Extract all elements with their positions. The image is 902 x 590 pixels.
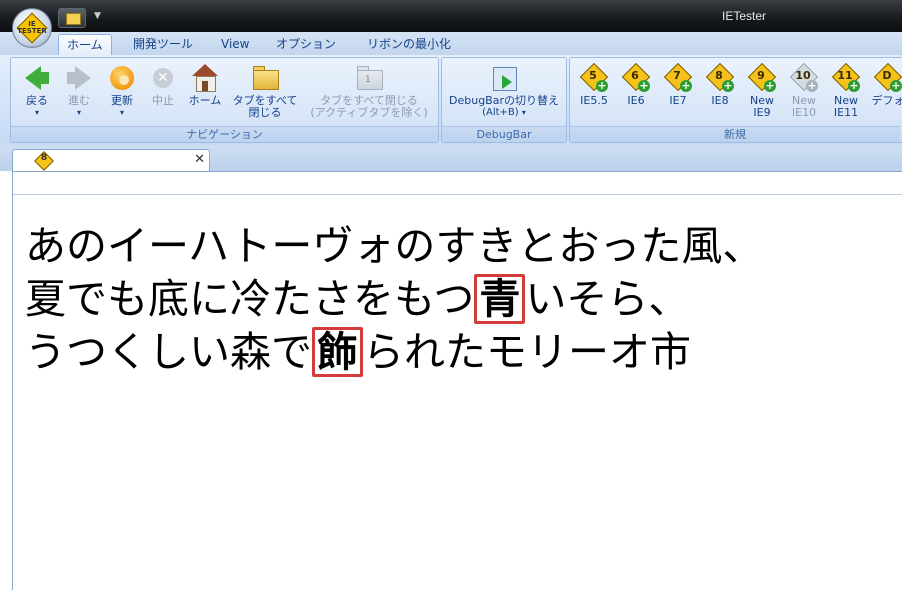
group-navigation: 戻る ▾ 進む ▾ 更新 ▾ ✕ 中止 ホーム タブをすべて 閉じる 1 タブを [10, 57, 439, 143]
new-ie-button-9[interactable]: 9 + New IE9 [742, 62, 782, 119]
tab-home[interactable]: ホーム [58, 34, 112, 56]
folder-icon: 1 [355, 64, 383, 92]
ie-button-label: デフォ [871, 94, 902, 107]
window-title: IETester [721, 9, 766, 23]
debugbar-icon [490, 64, 518, 92]
ie-button-sublabel: IE9 [753, 106, 771, 119]
close-all-label-2: 閉じる [248, 106, 282, 119]
ie-version-icon: D + [873, 62, 902, 92]
home-icon [191, 64, 219, 92]
tab-minimize-ribbon[interactable]: リボンの最小化 [359, 34, 459, 55]
back-label: 戻る [26, 94, 48, 107]
new-ie-button-6[interactable]: 6 + IE6 [616, 62, 656, 107]
highlighted-char-ao: 青 [474, 274, 526, 324]
ie-button-label: IE8 [711, 94, 729, 107]
document-tab[interactable]: 8 ✕ [12, 149, 210, 172]
ie-button-label: IE7 [669, 94, 687, 107]
ie-button-sublabel: IE10 [791, 106, 817, 119]
debugbar-toggle-label: DebugBarの切り替え [449, 94, 559, 107]
tab-icon-number: 8 [40, 153, 48, 163]
ie-version-icon: 5 + [579, 62, 609, 92]
close-tab-icon[interactable]: ✕ [194, 152, 205, 167]
poem-line-1: あのイーハトーヴォのすきとおった風、 [25, 222, 764, 270]
group-label-navigation: ナビゲーション [11, 126, 438, 142]
back-arrow-icon [23, 64, 51, 92]
tab-dev-tools[interactable]: 開発ツール [125, 34, 201, 55]
ie-version-icon: 6 + [621, 62, 651, 92]
stop-button[interactable]: ✕ 中止 [145, 64, 181, 107]
stop-icon: ✕ [149, 64, 177, 92]
folder-icon [251, 64, 279, 92]
ie-button-sublabel: IE11 [833, 106, 859, 119]
home-button[interactable]: ホーム [185, 64, 225, 107]
forward-label: 進む [68, 94, 90, 107]
tab-options[interactable]: オプション [268, 34, 344, 55]
poem-text: あのイーハトーヴォのすきとおった風、 夏でも底に冷たさをもつ青いそら、 うつくし… [25, 220, 763, 379]
folder-icon [66, 13, 81, 25]
highlighted-char-kazari: 飾 [312, 327, 363, 377]
close-all-except-label-2: (アクティブタブを除く) [310, 106, 428, 119]
refresh-button[interactable]: 更新 ▾ [103, 64, 141, 119]
new-ie-button-10[interactable]: 10 + New IE10 [784, 62, 824, 119]
app-logo-text: IE TESTER [17, 20, 47, 35]
new-ie-button-5[interactable]: 5 + IE5.5 [574, 62, 614, 107]
forward-arrow-icon [65, 64, 93, 92]
refresh-label: 更新 [111, 94, 133, 107]
ie-button-label: IE5.5 [580, 94, 608, 107]
document-tab-strip: 8 ✕ [0, 145, 902, 172]
ribbon-tab-bar: ホーム 開発ツール View オプション リボンの最小化 [0, 32, 902, 56]
debugbar-toggle-button[interactable]: DebugBarの切り替え (Alt+B) ▾ [444, 64, 564, 119]
ie-version-icon: 9 + [747, 62, 777, 92]
ie-version-icon: 7 + [663, 62, 693, 92]
tab-view[interactable]: View [213, 34, 257, 55]
page-content: あのイーハトーヴォのすきとおった風、 夏でも底に冷たさをもつ青いそら、 うつくし… [12, 171, 902, 590]
group-label-debugbar: DebugBar [442, 126, 566, 142]
new-ie-button-8[interactable]: 8 + IE8 [700, 62, 740, 107]
close-all-except-active-button[interactable]: 1 タブをすべて閉じる (アクティブタブを除く) [305, 64, 433, 119]
app-menu-button[interactable]: IE TESTER [12, 8, 52, 48]
group-new: 5 + IE5.5 6 + IE6 7 + IE7 8 + IE8 9 + New IE9 10 + New IE10… [569, 57, 902, 143]
content-divider [13, 194, 902, 195]
ribbon: 戻る ▾ 進む ▾ 更新 ▾ ✕ 中止 ホーム タブをすべて 閉じる 1 タブを [0, 55, 902, 146]
group-label-new: 新規 [570, 126, 900, 142]
ie-version-icon: 8 + [705, 62, 735, 92]
ie-button-label: IE6 [627, 94, 645, 107]
new-ie-button-7[interactable]: 7 + IE7 [658, 62, 698, 107]
debugbar-shortcut: (Alt+B) ▾ [482, 107, 526, 118]
poem-line-3: うつくしい森で飾られたモリーオ市 [25, 327, 691, 377]
ie-version-icon: 10 + [789, 62, 819, 92]
close-all-tabs-button[interactable]: タブをすべて 閉じる [225, 64, 305, 119]
ie-version-icon: 11 + [831, 62, 861, 92]
stop-label: 中止 [152, 94, 174, 107]
quick-access-open-button[interactable] [58, 8, 86, 28]
dropdown-arrow-icon: ▾ [119, 108, 124, 117]
title-bar: ▼ IETester [0, 0, 902, 32]
home-label: ホーム [188, 94, 222, 107]
dropdown-arrow-icon: ▾ [34, 108, 39, 117]
poem-line-2: 夏でも底に冷たさをもつ青いそら、 [25, 274, 690, 324]
refresh-icon [108, 64, 136, 92]
group-debugbar: DebugBarの切り替え (Alt+B) ▾ DebugBar [441, 57, 567, 143]
back-button[interactable]: 戻る ▾ [19, 64, 55, 119]
forward-button[interactable]: 進む ▾ [61, 64, 97, 119]
dropdown-arrow-icon: ▾ [76, 108, 81, 117]
new-ie-button-D[interactable]: D + デフォ [868, 62, 902, 107]
quick-access-dropdown-icon[interactable]: ▼ [94, 11, 101, 21]
new-ie-button-11[interactable]: 11 + New IE11 [826, 62, 866, 119]
